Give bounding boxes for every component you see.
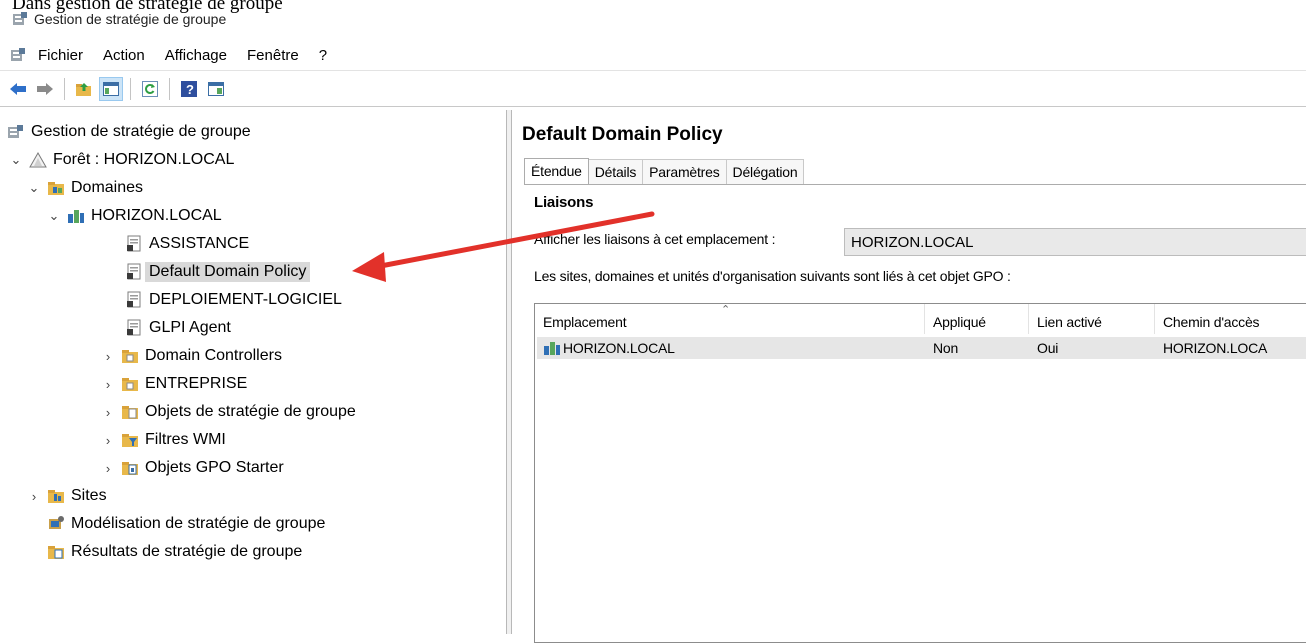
annotation-arrow	[352, 211, 655, 282]
